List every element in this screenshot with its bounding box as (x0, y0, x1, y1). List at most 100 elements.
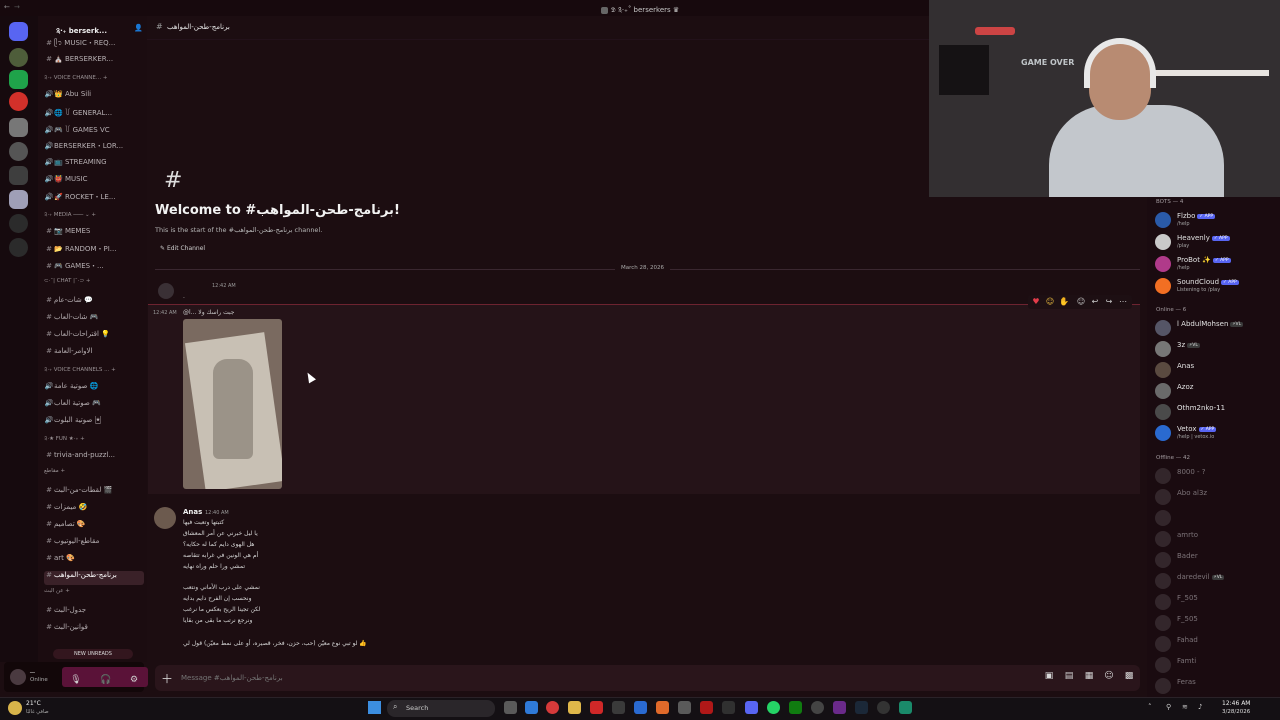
member-row[interactable]: ProBot ✨ ✓ APP/help (1155, 255, 1275, 273)
member-row[interactable]: Feras (1155, 677, 1275, 695)
channel-item[interactable]: 🔊🌐 ꒦ GENERAL... (44, 107, 144, 121)
steam-icon[interactable] (855, 701, 868, 714)
channel-item[interactable]: 🔊👹 MUSIC (44, 175, 144, 189)
gear-icon[interactable]: ⚙ (128, 675, 140, 687)
channel-item[interactable]: # قوانين-البث (44, 623, 144, 637)
forward-arrow-icon[interactable]: → (14, 3, 20, 11)
avatar[interactable] (10, 669, 26, 685)
task-view-icon[interactable] (504, 701, 517, 714)
channel-item[interactable]: # ᥫ᭡ MUSIC・REQ... (44, 38, 144, 52)
clock-date[interactable]: 3/28/2026 (1222, 709, 1250, 715)
gif-icon[interactable]: ▤ (1063, 671, 1075, 683)
channel-item[interactable]: # جدول-البث (44, 606, 144, 620)
member-row[interactable]: amrto (1155, 530, 1275, 548)
channel-item[interactable]: # شات-العاب 🎮 (44, 313, 144, 327)
plus-icon[interactable]: ＋ (161, 670, 173, 687)
member-row[interactable]: 8000 - ? (1155, 467, 1275, 485)
server-header[interactable]: ༉‧₊ berserk... 👤 (38, 20, 147, 36)
channel-item[interactable]: 🔊BERSERKER・LOR... (44, 141, 144, 155)
windows-start-icon[interactable] (368, 701, 381, 714)
xbox-icon[interactable] (789, 701, 802, 714)
back-arrow-icon[interactable]: ← (4, 3, 10, 11)
server-icon[interactable] (9, 48, 28, 67)
channel-category[interactable]: ༉‧₊ Voice Channels ... + (44, 364, 144, 378)
message-author[interactable]: Anas (183, 508, 202, 516)
taskbar-search[interactable] (387, 700, 495, 717)
member-row[interactable]: Famti (1155, 656, 1275, 674)
forward-icon[interactable]: ↪ (1103, 296, 1115, 308)
member-row[interactable]: daredevil ⚡VL (1155, 572, 1275, 590)
channel-category[interactable]: ༉‧₊ MEDIA ─── ⌄ + (44, 209, 144, 223)
more-icon[interactable]: ⋯ (1117, 296, 1129, 308)
settings-icon[interactable] (811, 701, 824, 714)
member-row[interactable]: l AbdulMohsen ⚡VL (1155, 319, 1275, 337)
channel-item[interactable]: # 🎮 GAMES・... (44, 261, 144, 275)
channel-item[interactable]: 🔊🚀 ROCKET・LE... (44, 192, 144, 206)
channel-item[interactable]: # لقطات-من-البث 🎬 (44, 486, 144, 500)
headphones-icon[interactable]: 🎧 (100, 675, 112, 687)
new-unreads-pill[interactable]: NEW UNREADS (53, 649, 133, 659)
member-row[interactable]: F_505 (1155, 593, 1275, 611)
member-row[interactable]: Vetox ✓ APP/help | vetox.io (1155, 424, 1275, 442)
member-row[interactable]: Anas (1155, 361, 1275, 379)
add-server-icon[interactable] (9, 214, 28, 233)
sticker-icon[interactable]: ▦ (1083, 671, 1095, 683)
channel-item[interactable]: # art 🎨 (44, 554, 144, 568)
member-row[interactable]: 3z ⚡VL (1155, 340, 1275, 358)
server-icon[interactable] (9, 190, 28, 209)
channel-item[interactable]: 🔊🎮 ꒦ GAMES VC (44, 124, 144, 138)
discord-home-icon[interactable] (9, 22, 28, 41)
channel-category[interactable]: مقاطع + (44, 468, 144, 482)
channel-item[interactable]: # 📷 MEMES (44, 227, 144, 241)
server-icon[interactable] (9, 142, 28, 161)
reply-preview[interactable]: @l... جبت راسك ولا (183, 309, 235, 316)
channel-item[interactable]: # اقتراحات-العاب 💡 (44, 330, 144, 344)
whatsapp-icon[interactable] (767, 701, 780, 714)
member-row[interactable]: Azoz (1155, 382, 1275, 400)
add-reaction-icon[interactable]: ☺ (1075, 296, 1087, 308)
clock-time[interactable]: 12:46 AM (1222, 700, 1250, 707)
youtube-icon[interactable] (590, 701, 603, 714)
channel-category[interactable]: ⊂‧˚| CHAT |˚‧⊃ + (44, 278, 144, 292)
app-icon[interactable] (546, 701, 559, 714)
microphone-icon[interactable]: 🎙 (70, 675, 82, 687)
channel-category[interactable]: ༉‧₊ VOICE CHANNE... + (44, 72, 144, 86)
channel-item[interactable]: # برنامج-طحن-المواهب (44, 571, 144, 585)
channel-item[interactable]: 🔊صوتية عامة 🌐 (44, 382, 144, 396)
channel-item[interactable]: 🔊صوتية البلوت 🃏 (44, 416, 144, 430)
gift-icon[interactable]: ▣ (1043, 671, 1055, 683)
edit-channel-button[interactable]: ✎ Edit Channel (160, 245, 205, 252)
channel-category[interactable]: عن البث + (44, 588, 144, 602)
channel-item[interactable]: 🔊صوتية العاب 🎮 (44, 399, 144, 413)
server-icon[interactable] (9, 166, 28, 185)
channel-item[interactable]: # شات-عام 💬 (44, 296, 144, 310)
attached-image[interactable] (183, 319, 282, 489)
brave-icon[interactable] (656, 701, 669, 714)
server-icon[interactable] (9, 92, 28, 111)
member-row[interactable]: Bader (1155, 551, 1275, 569)
edge-icon[interactable] (525, 701, 538, 714)
file-explorer-icon[interactable] (568, 701, 581, 714)
server-icon[interactable] (9, 70, 28, 89)
member-row[interactable]: Abo al3z (1155, 488, 1275, 506)
network-icon[interactable]: ⚲ (1166, 703, 1171, 711)
reply-icon[interactable]: ↩ (1089, 296, 1101, 308)
wifi-icon[interactable]: ≋ (1182, 703, 1188, 711)
channel-item[interactable]: 🔊👑 Abu Sili (44, 90, 144, 104)
hand-reaction-icon[interactable]: ✋ (1058, 296, 1070, 308)
add-friend-icon[interactable]: 👤 (134, 24, 143, 32)
app-icon[interactable] (722, 701, 735, 714)
app-icon[interactable] (678, 701, 691, 714)
channel-item[interactable]: # الاوامر-العامة (44, 347, 144, 361)
discover-icon[interactable] (9, 238, 28, 257)
discord-icon[interactable] (745, 701, 758, 714)
weather-icon[interactable] (8, 701, 22, 715)
emoji-icon[interactable]: ☺ (1103, 671, 1115, 683)
smile-reaction-icon[interactable]: ☺ (1044, 296, 1056, 308)
apps-icon[interactable]: ▩ (1123, 671, 1135, 683)
message-input[interactable] (181, 670, 881, 686)
channel-item[interactable]: # مقاطع-اليوتيوب (44, 537, 144, 551)
channel-category[interactable]: ༉‧★ FUN ★‧₊ + (44, 433, 144, 447)
member-row[interactable]: Flzbo ✓ APP/help (1155, 211, 1275, 229)
channel-item[interactable]: 🔊📺 STREAMING (44, 158, 144, 172)
